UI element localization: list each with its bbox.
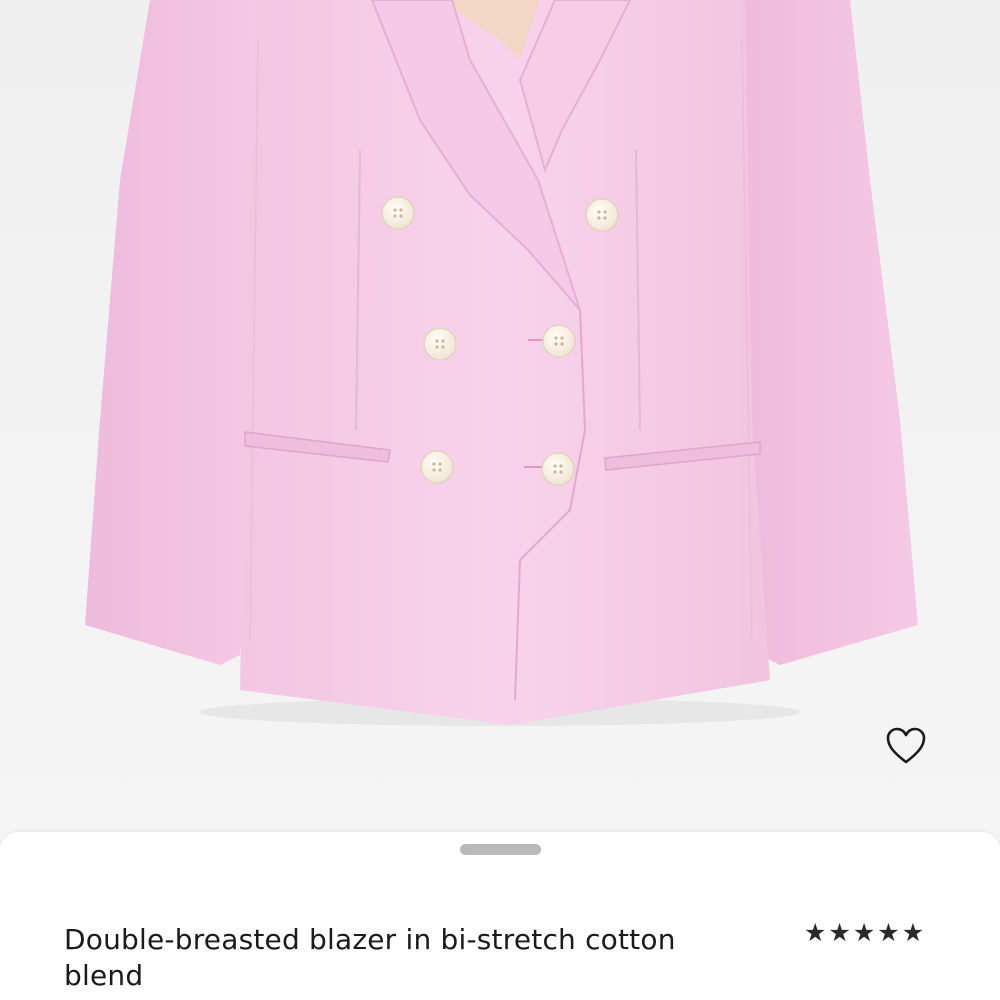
product-image[interactable]	[0, 0, 1000, 840]
star-icon: ★	[852, 918, 876, 947]
star-icon: ★	[828, 918, 851, 947]
star-icon: ★	[804, 918, 827, 947]
product-detail-screen: Double-breasted blazer in bi-stretch cot…	[0, 0, 1000, 1000]
blazer-photo	[0, 0, 1000, 840]
product-info-sheet[interactable]: Double-breasted blazer in bi-stretch cot…	[0, 832, 1000, 1000]
star-icon: ★	[901, 918, 925, 947]
star-icon: ★	[877, 918, 900, 947]
heart-outline-icon	[886, 727, 926, 764]
sheet-drag-handle[interactable]	[460, 844, 541, 855]
wishlist-button[interactable]	[880, 720, 932, 772]
product-title: Double-breasted blazer in bi-stretch cot…	[64, 923, 676, 992]
star-rating[interactable]: ★ ★ ★ ★ ★	[804, 918, 924, 948]
